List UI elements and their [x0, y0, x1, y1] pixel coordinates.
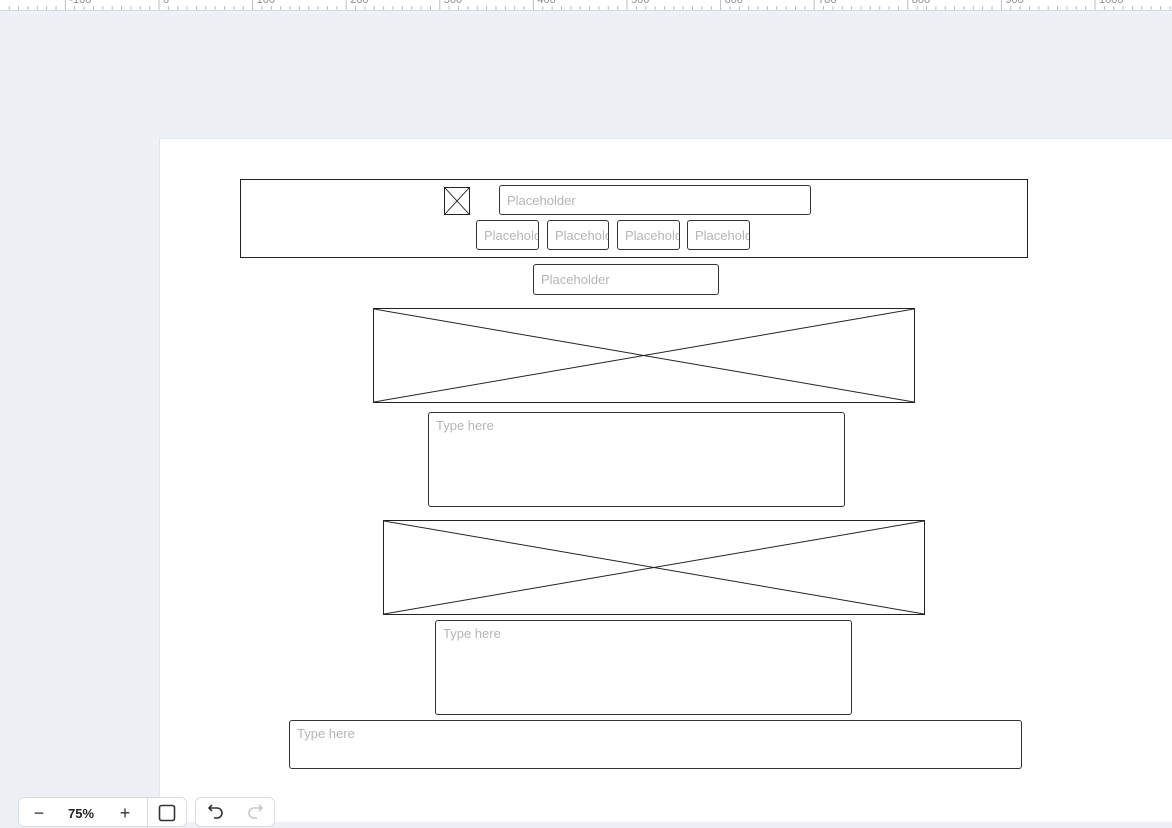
- ruler-label: 300: [444, 0, 462, 6]
- hero-image-placeholder[interactable]: [373, 308, 915, 403]
- ruler-label: 0: [163, 0, 169, 6]
- fit-to-screen-button[interactable]: [148, 798, 186, 828]
- text-area-2[interactable]: Type here: [435, 620, 852, 715]
- content-image-placeholder[interactable]: [383, 520, 925, 615]
- footer-text-area[interactable]: Type here: [289, 720, 1022, 769]
- image-placeholder-icon: [384, 521, 924, 614]
- ruler-label: 400: [537, 0, 555, 6]
- nav-button-2[interactable]: Placeholder: [547, 220, 609, 250]
- ruler-label: 200: [350, 0, 368, 6]
- redo-button[interactable]: [236, 798, 274, 828]
- image-placeholder-icon: [374, 309, 914, 402]
- zoom-toolbar: − 75% +: [18, 797, 187, 828]
- zoom-in-button[interactable]: +: [103, 798, 147, 828]
- undo-icon: [207, 804, 223, 819]
- nav-button-3[interactable]: Placeholder: [617, 220, 680, 250]
- ruler-label: 900: [1005, 0, 1023, 6]
- history-toolbar: [195, 797, 275, 827]
- zoom-level-display[interactable]: 75%: [59, 798, 103, 828]
- fit-screen-icon: [158, 804, 176, 822]
- undo-button[interactable]: [196, 798, 236, 828]
- ruler-label: 500: [631, 0, 649, 6]
- ruler-label: -100: [69, 0, 91, 6]
- ruler-label: 700: [818, 0, 836, 6]
- ruler-label: 100: [257, 0, 275, 6]
- ruler-ticks: -100 0 100 200 300 400 500 600 700 800 900 1000: [8, 0, 1171, 10]
- nav-button-1[interactable]: Placeholder: [476, 220, 539, 250]
- image-placeholder-icon: [445, 188, 469, 214]
- redo-icon: [248, 804, 264, 819]
- horizontal-ruler: -100 0 100 200 300 400 500 600 700 800 900 1000: [0, 0, 1172, 11]
- text-area-1[interactable]: Type here: [428, 412, 845, 507]
- ruler-label: 1000: [1099, 0, 1123, 6]
- header-search-input[interactable]: Placeholder: [499, 185, 811, 215]
- nav-button-4[interactable]: Placeholder: [687, 220, 750, 250]
- ruler-label: 600: [725, 0, 743, 6]
- logo-image-placeholder[interactable]: [444, 187, 470, 215]
- subnav-input[interactable]: Placeholder: [533, 264, 719, 295]
- ruler-label: 800: [912, 0, 930, 6]
- zoom-out-button[interactable]: −: [19, 798, 59, 828]
